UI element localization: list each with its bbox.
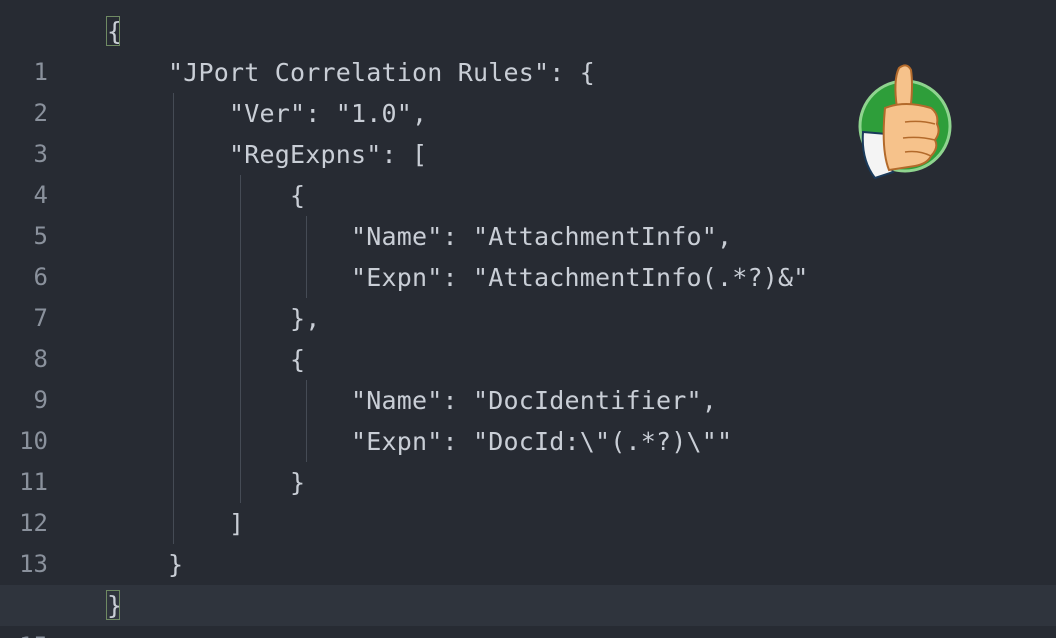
line-11: 11 "Expn": "DocId:\"(.*?)\"" bbox=[0, 421, 1056, 496]
line-14: 14 } bbox=[0, 544, 1056, 619]
code-text[interactable]: "RegExpns": [ bbox=[107, 134, 427, 175]
line-7: 7 "Expn": "AttachmentInfo(.*?)&" bbox=[0, 257, 1056, 332]
bracket-match-highlight bbox=[106, 590, 120, 620]
line-8: 8 }, bbox=[0, 298, 1056, 373]
bracket-match-highlight bbox=[106, 16, 120, 46]
code-text[interactable]: "Name": "DocIdentifier", bbox=[107, 380, 717, 421]
code-text[interactable]: } bbox=[107, 544, 183, 585]
code-text[interactable]: "JPort Correlation Rules": { bbox=[107, 52, 595, 93]
code-text[interactable]: "Name": "AttachmentInfo", bbox=[107, 216, 732, 257]
line-1: 1 { bbox=[0, 11, 1056, 86]
line-6: 6 "Name": "AttachmentInfo", bbox=[0, 216, 1056, 291]
code-text[interactable]: "Ver": "1.0", bbox=[107, 93, 427, 134]
code-text[interactable]: { bbox=[107, 339, 305, 380]
code-text[interactable]: ] bbox=[107, 503, 244, 544]
line-12: 12 } bbox=[0, 462, 1056, 537]
code-text[interactable]: } bbox=[107, 462, 305, 503]
indent-guide bbox=[173, 93, 174, 544]
line-10: 10 "Name": "DocIdentifier", bbox=[0, 380, 1056, 455]
indent-guide bbox=[306, 380, 307, 462]
line-9: 9 { bbox=[0, 339, 1056, 414]
code-text[interactable]: }, bbox=[107, 298, 321, 339]
code-text[interactable]: "Expn": "AttachmentInfo(.*?)&" bbox=[107, 257, 809, 298]
thumbs-up-thumb bbox=[894, 64, 913, 110]
line-number: 15 bbox=[0, 626, 48, 638]
code-editor[interactable]: 1 { 2 "JPort Correlation Rules": { 3 "Ve… bbox=[0, 0, 1056, 638]
line-13: 13 ] bbox=[0, 503, 1056, 578]
indent-guide bbox=[240, 175, 241, 503]
line-15-current: 15 } bbox=[0, 585, 1056, 638]
code-text[interactable]: "Expn": "DocId:\"(.*?)\"" bbox=[107, 421, 732, 462]
thumbs-up-icon bbox=[858, 64, 952, 180]
indent-guide bbox=[306, 216, 307, 298]
code-text[interactable]: { bbox=[107, 175, 305, 216]
